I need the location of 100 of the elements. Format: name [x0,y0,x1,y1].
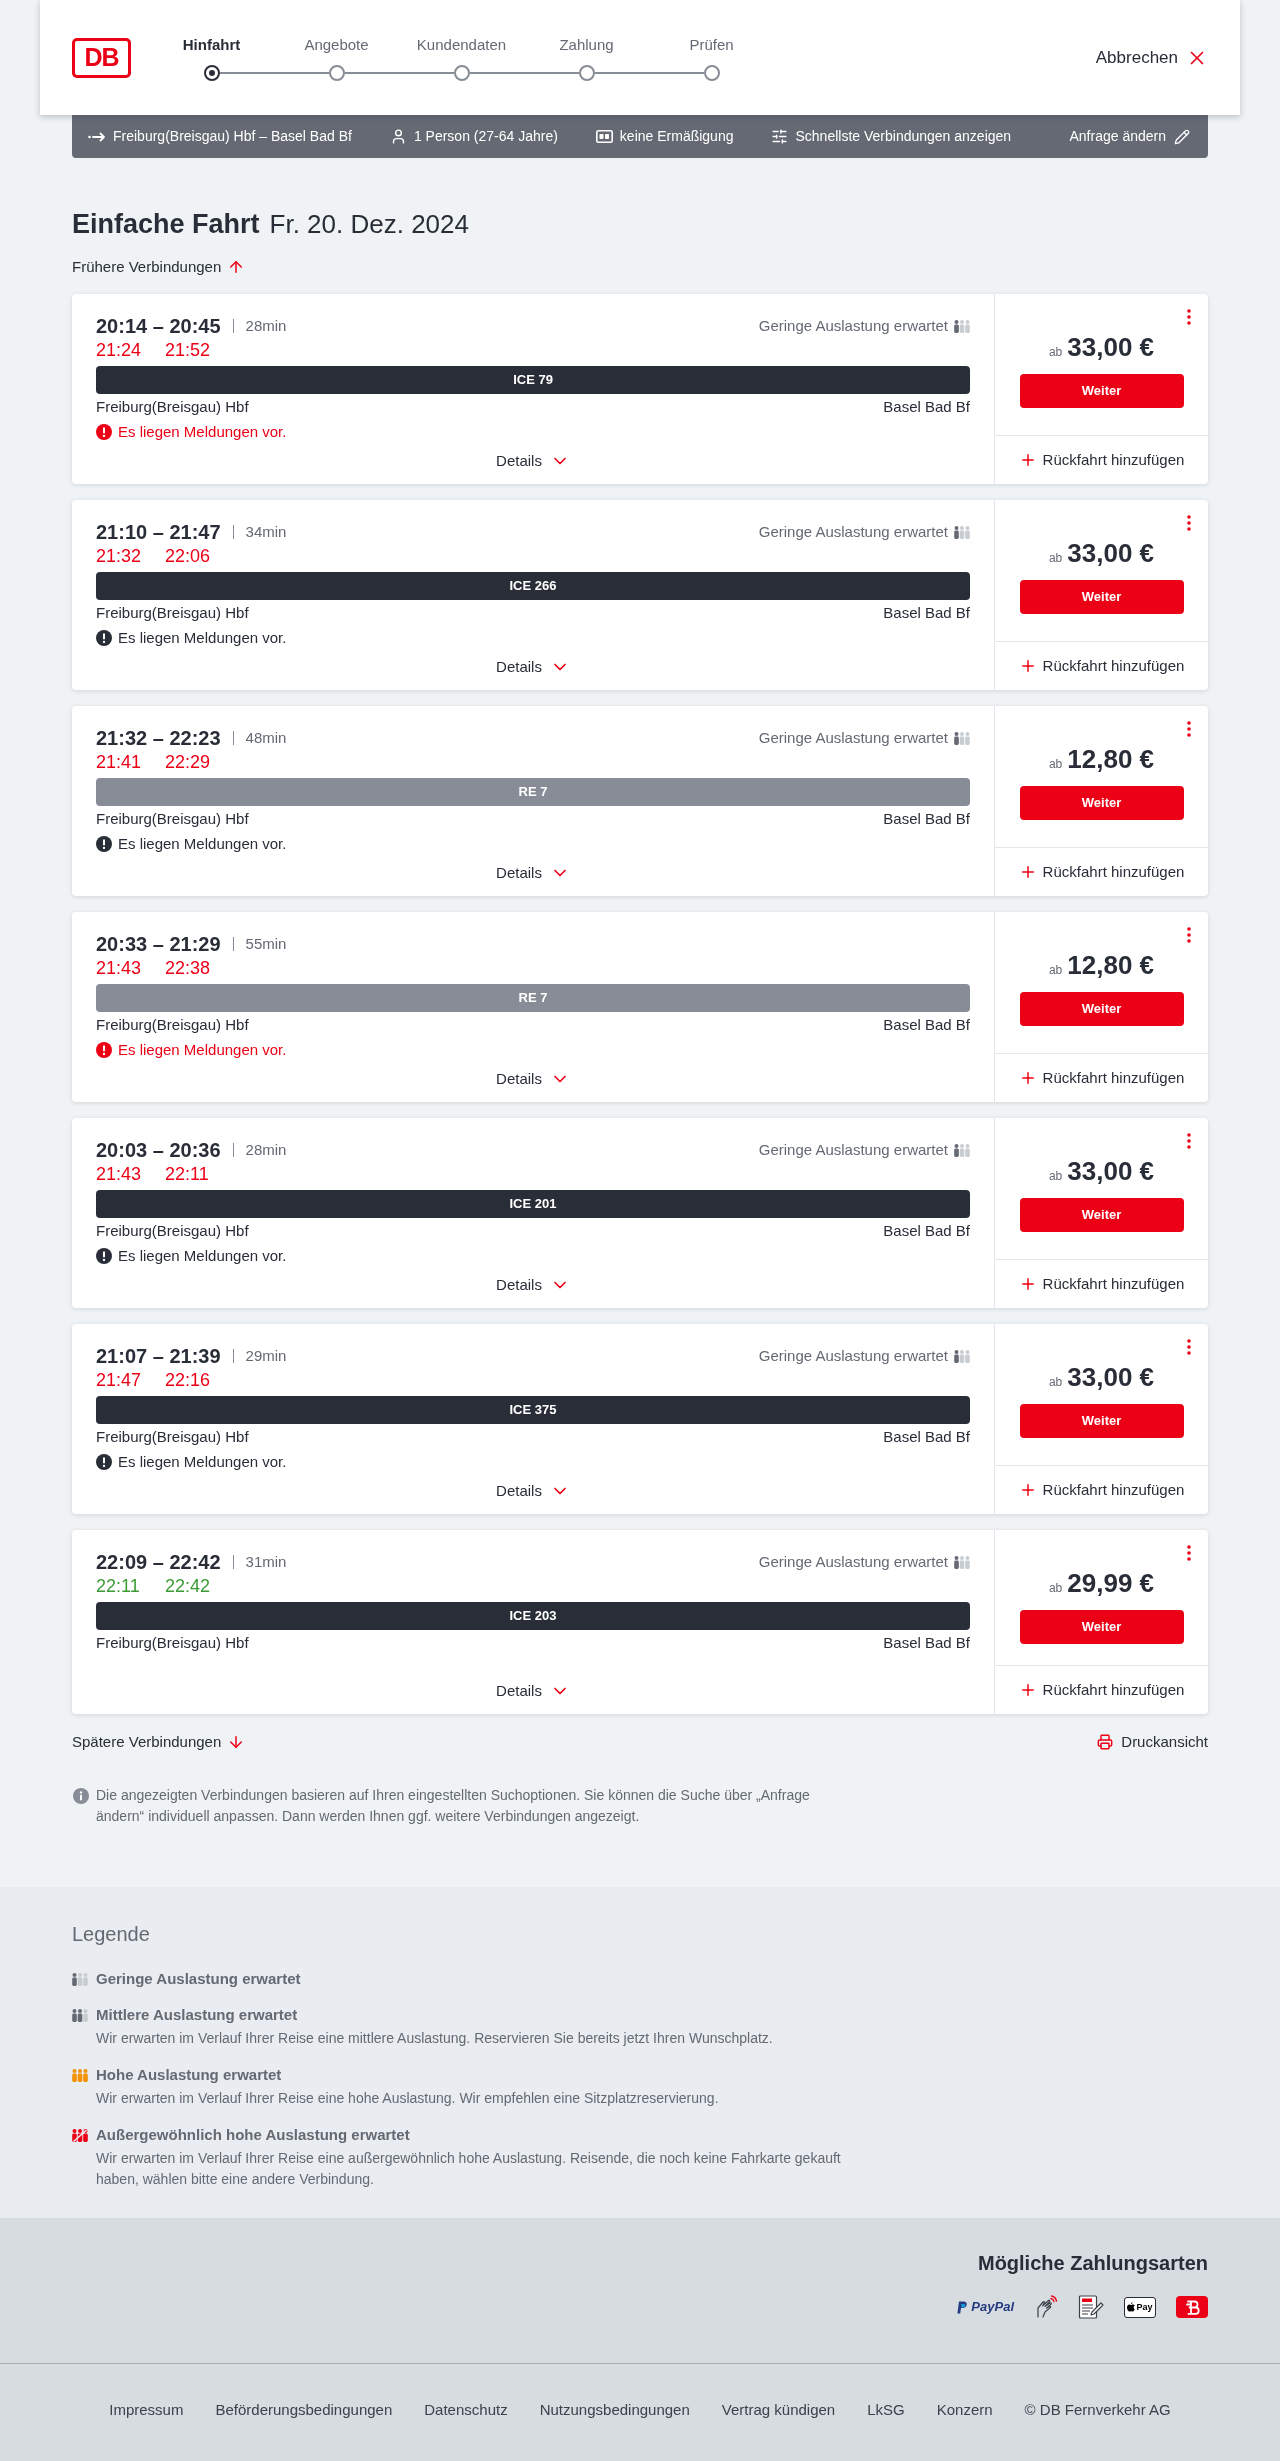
train-label-bar[interactable]: ICE 201 [96,1190,970,1218]
document-pen-icon [1078,2295,1104,2319]
details-button[interactable]: Details [496,1274,570,1296]
origin-station: Freiburg(Breisgau) Hbf [96,603,249,623]
contactless-hand-icon [1034,2295,1058,2319]
payment-methods-title: Mögliche Zahlungsarten [977,2251,1208,2276]
price-prefix: ab [1048,344,1063,361]
kebab-menu-icon[interactable] [1187,927,1191,943]
footer-link[interactable]: Konzern [936,2400,993,2420]
alert-icon [96,1454,112,1470]
add-return-button[interactable]: Rückfahrt hinzufügen [1018,1478,1185,1502]
alert-icon [96,1042,112,1058]
footer-link[interactable]: Beförderungsbedingungen [215,2400,393,2420]
destination-station: Basel Bad Bf [883,1427,970,1447]
duration: 28min [245,315,287,336]
legend-item-title: Geringe Auslastung erwartet [96,1968,301,1989]
price: 33,00 € [1067,1361,1155,1393]
travel-date: Fr. 20. Dez. 2024 [269,208,469,240]
add-return-button[interactable]: Rückfahrt hinzufügen [1018,1272,1185,1296]
legend-item-title: Hohe Auslastung erwartet [96,2064,282,2085]
kebab-menu-icon[interactable] [1187,1133,1191,1149]
footer-link[interactable]: Impressum [109,2400,184,2420]
duration: 29min [245,1345,287,1366]
edit-request-button[interactable]: Anfrage ändern [1069,126,1190,147]
print-view-link[interactable]: Druckansicht [1097,1732,1208,1752]
pay-label: Pay [1136,2302,1153,2312]
details-button[interactable]: Details [496,1680,570,1702]
sliders-icon [771,128,789,145]
info-text: Die angezeigten Verbindungen basieren auf Ihren eingestellten Suchoptionen. Sie können die Suche über „Anfrage ändern“ individuell anpassen. Dann werden Ihnen ggf. weitere Verbindungen angezeigt. [96,1786,811,1826]
continue-button[interactable]: Weiter [1019,580,1184,614]
origin-station: Freiburg(Breisgau) Hbf [96,1427,249,1447]
footer-link[interactable]: LkSG [867,2400,905,2420]
price-prefix: ab [1048,1374,1063,1391]
notice-text: Es liegen Meldungen vor. [118,421,287,442]
train-label-bar[interactable]: ICE 266 [96,572,970,600]
realtime-departure: 21:32 [96,546,142,566]
footer-link[interactable]: Nutzungsbedingungen [539,2400,690,2420]
continue-button[interactable]: Weiter [1019,1610,1184,1644]
add-return-button[interactable]: Rückfahrt hinzufügen [1018,1066,1185,1090]
step-label: Kundendaten [416,34,507,55]
continue-button[interactable]: Weiter [1019,992,1184,1026]
logo[interactable]: DB [72,37,131,78]
travel-times: 20:03 – 20:36 [96,1138,221,1162]
price: 33,00 € [1067,537,1155,569]
details-button[interactable]: Details [496,1068,570,1090]
details-button[interactable]: Details [496,450,570,472]
origin-station: Freiburg(Breisgau) Hbf [96,1221,249,1241]
origin-station: Freiburg(Breisgau) Hbf [96,809,249,829]
kebab-menu-icon[interactable] [1187,1339,1191,1355]
kebab-menu-icon[interactable] [1187,721,1191,737]
price: 33,00 € [1067,1155,1155,1187]
occupancy-icon [72,2068,88,2082]
step-label: Zahlung [559,34,614,55]
duration: 55min [245,933,287,954]
notice-text: Es liegen Meldungen vor. [118,1451,287,1472]
kebab-menu-icon[interactable] [1187,1545,1191,1561]
add-return-button[interactable]: Rückfahrt hinzufügen [1018,448,1185,472]
footer-link[interactable]: Vertrag kündigen [721,2400,836,2420]
continue-button[interactable]: Weiter [1019,786,1184,820]
realtime-arrival: 22:06 [165,545,211,567]
duration: 28min [245,1139,287,1160]
occupancy-label: Geringe Auslastung erwartet [758,727,948,748]
kebab-menu-icon[interactable] [1187,515,1191,531]
realtime-arrival: 22:42 [165,1575,211,1597]
details-button[interactable]: Details [496,862,570,884]
add-return-button[interactable]: Rückfahrt hinzufügen [1018,860,1185,884]
footer-link[interactable]: Datenschutz [424,2400,508,2420]
trip-type-title: Einfache Fahrt [72,208,260,240]
continue-button[interactable]: Weiter [1019,1198,1184,1232]
continue-button[interactable]: Weiter [1019,374,1184,408]
details-button[interactable]: Details [496,656,570,678]
paypal-wordmark: PayPal [971,2298,1014,2317]
add-return-button[interactable]: Rückfahrt hinzufügen [1018,654,1185,678]
arrow-right-icon [88,131,106,142]
kebab-menu-icon[interactable] [1187,309,1191,325]
legend-item-title: Mittlere Auslastung erwartet [96,2004,298,2025]
train-label-bar[interactable]: ICE 375 [96,1396,970,1424]
train-label-bar[interactable]: ICE 79 [96,366,970,394]
cancel-button[interactable]: Abbrechen [1095,44,1208,71]
later-connections-link[interactable]: Spätere Verbindungen [72,1732,246,1752]
notice-text: Es liegen Meldungen vor. [118,1039,287,1060]
occupancy-icon [72,2128,88,2142]
realtime-arrival: 22:16 [165,1369,211,1391]
continue-button[interactable]: Weiter [1019,1404,1184,1438]
apple-icon [1127,2302,1136,2312]
search-criterion: keine Ermäßigung [619,127,734,146]
occupancy-label: Geringe Auslastung erwartet [758,1345,948,1366]
legend-item-description: Wir erwarten im Verlauf Ihrer Reise eine außergewöhnlich hohe Auslastung. Reisende, die noch keine Fahrkarte gekauft haben, wählen bitte eine andere Verbindung. [96,2149,842,2189]
realtime-arrival: 22:38 [165,957,211,979]
price: 33,00 € [1067,331,1155,363]
earlier-connections-link[interactable]: Frühere Verbindungen [72,257,246,277]
train-label-bar[interactable]: ICE 203 [96,1602,970,1630]
duration: 31min [245,1551,287,1572]
add-return-button[interactable]: Rückfahrt hinzufügen [1018,1678,1185,1702]
realtime-arrival: 22:11 [165,1163,209,1185]
p-mark-icon [957,2300,969,2314]
step-label: Prüfen [689,34,734,55]
details-button[interactable]: Details [496,1480,570,1502]
realtime-departure: 21:43 [96,1164,142,1184]
alert-icon [96,1248,112,1264]
